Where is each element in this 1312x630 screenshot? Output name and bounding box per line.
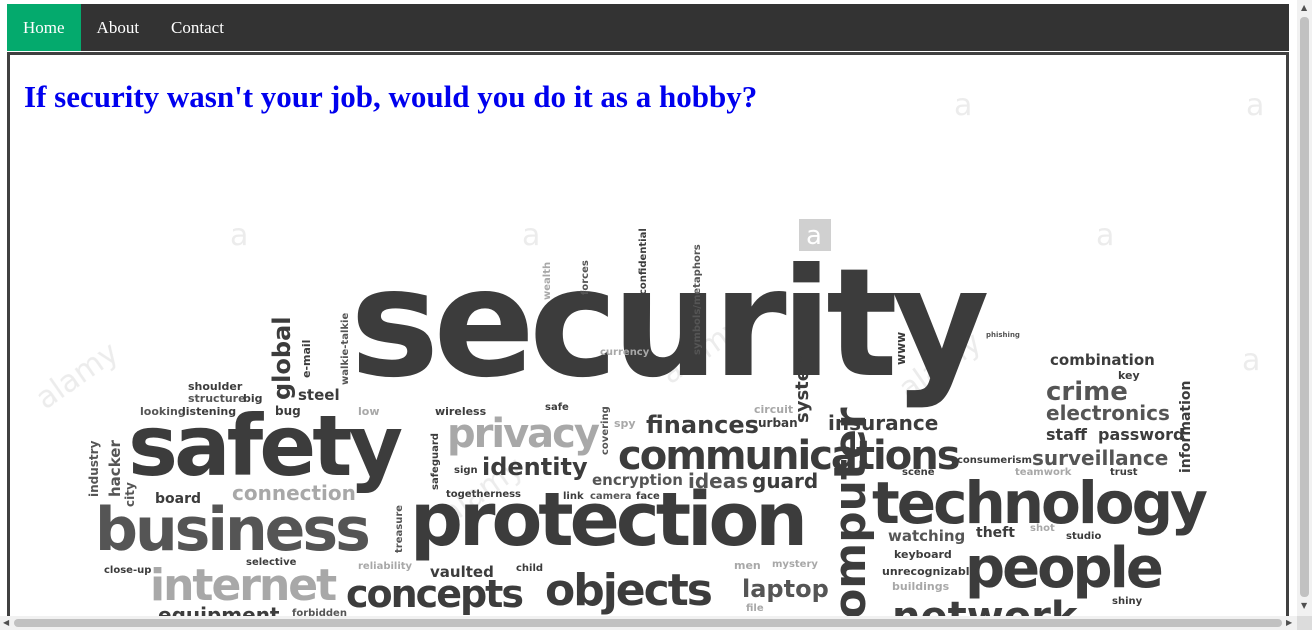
scroll-up-icon[interactable]: ▲ — [1301, 4, 1307, 12]
word-wealth: wealth — [542, 262, 553, 300]
word-reliability: reliability — [358, 561, 413, 572]
word-child: child — [516, 563, 543, 574]
security-word-cloud-image: a a a a a a alamy alamy alamy alamy a se… — [30, 88, 1265, 630]
watermark-a: a — [954, 88, 972, 123]
watermark-a: a — [1246, 88, 1264, 123]
scroll-down-icon[interactable]: ▼ — [1301, 602, 1307, 610]
word-people: people — [965, 536, 1162, 601]
word-guard: guard — [752, 469, 818, 493]
word-safe: safe — [545, 402, 569, 413]
word-theft: theft — [976, 525, 1015, 541]
scroll-right-icon[interactable]: ▶ — [1286, 619, 1292, 627]
top-navbar: Home About Contact — [7, 4, 1289, 51]
word-trust: trust — [1110, 467, 1138, 478]
word-selective: selective — [246, 557, 297, 568]
word-togetherness: togetherness — [446, 489, 521, 500]
word-looking: looking — [140, 405, 186, 418]
watermark-a: a — [230, 218, 248, 253]
word-sign: sign — [454, 465, 478, 476]
vertical-scrollbar[interactable]: ▲ ▼ — [1297, 0, 1312, 616]
word-objects: objects — [545, 565, 712, 616]
word-shot: shot — [1030, 523, 1055, 534]
word-face: face — [636, 491, 660, 502]
word-currency: currency — [600, 347, 650, 358]
word-e-mail: e-mail — [300, 340, 313, 378]
word-staff: staff — [1046, 425, 1088, 444]
watermark-a: a — [1242, 343, 1260, 378]
word-symbols-metaphors: symbols/metaphors — [692, 244, 703, 355]
word-big: big — [243, 392, 263, 405]
main-content: a a a a a a alamy alamy alamy alamy a se… — [7, 52, 1289, 630]
word-structure: structure — [188, 392, 246, 405]
word-encryption: encryption — [592, 471, 683, 489]
scrollbar-corner — [1297, 616, 1312, 630]
word-consumerism: consumerism — [957, 455, 1032, 466]
word-men: men — [734, 559, 761, 572]
word-industry: industry — [87, 440, 101, 497]
word-connection: connection — [232, 481, 356, 505]
word-vaulted: vaulted — [430, 563, 494, 581]
word-confidential: confidential — [638, 228, 649, 295]
word-shiny: shiny — [1112, 596, 1143, 607]
word-treasure: treasure — [394, 505, 405, 553]
nav-home-link[interactable]: Home — [7, 4, 81, 51]
word-identity: identity — [482, 453, 588, 481]
word-spy: spy — [614, 417, 636, 430]
word-information: information — [1178, 381, 1194, 474]
word-file: file — [746, 603, 764, 614]
word-teamwork: teamwork — [1015, 467, 1072, 478]
word-city: city — [123, 482, 137, 507]
word-close-up: close-up — [104, 565, 151, 576]
nav-contact-link[interactable]: Contact — [155, 4, 240, 51]
word-mystery: mystery — [772, 559, 818, 570]
vertical-scrollbar-thumb[interactable] — [1300, 17, 1309, 597]
horizontal-scrollbar[interactable]: ◀ ▶ — [0, 616, 1297, 630]
horizontal-scrollbar-thumb[interactable] — [14, 619, 1282, 627]
word-finances: finances — [646, 411, 759, 439]
word-watching: watching — [888, 527, 965, 545]
word-scene: scene — [902, 467, 935, 478]
word-hacker: hacker — [106, 440, 124, 497]
word-bug: bug — [275, 404, 301, 418]
word-security: security — [350, 237, 988, 411]
word-phishing: phishing — [986, 331, 1020, 339]
word-covering: covering — [600, 406, 611, 455]
nav-about-link[interactable]: About — [81, 4, 156, 51]
word-safeguard: safeguard — [430, 433, 441, 490]
word-link: link — [563, 491, 584, 502]
word-www: www — [894, 332, 908, 365]
word-board: board — [155, 491, 201, 507]
word-combination: combination — [1050, 351, 1155, 369]
page-headline: If security wasn't your job, would you d… — [24, 79, 758, 114]
word-global: global — [268, 317, 296, 401]
word-computer: computer — [825, 407, 876, 630]
word-forces: forces — [580, 260, 591, 295]
word-studio: studio — [1066, 531, 1101, 542]
word-low: low — [358, 405, 380, 418]
word-buildings: buildings — [892, 580, 950, 593]
word-steel: steel — [298, 386, 340, 404]
word-keyboard: keyboard — [894, 548, 952, 561]
word-camera: camera — [590, 491, 632, 502]
word-password: password — [1098, 425, 1184, 444]
word-unrecognizable: unrecognizable — [882, 565, 977, 578]
word-walkie-talkie: walkie-talkie — [340, 313, 351, 385]
word-key: key — [1118, 369, 1140, 382]
word-circuit: circuit — [754, 403, 793, 416]
word-wireless: wireless — [435, 405, 487, 418]
watermark-a: a — [1096, 218, 1114, 253]
word-listening: listening — [182, 405, 236, 418]
watermark-alamy: alamy — [30, 335, 126, 416]
scroll-left-icon[interactable]: ◀ — [3, 619, 9, 627]
word-system: system — [792, 350, 813, 423]
word-electronics: electronics — [1046, 401, 1170, 425]
word-laptop: laptop — [742, 575, 829, 603]
word-urban: urban — [758, 416, 798, 430]
word-ideas: ideas — [688, 469, 748, 493]
